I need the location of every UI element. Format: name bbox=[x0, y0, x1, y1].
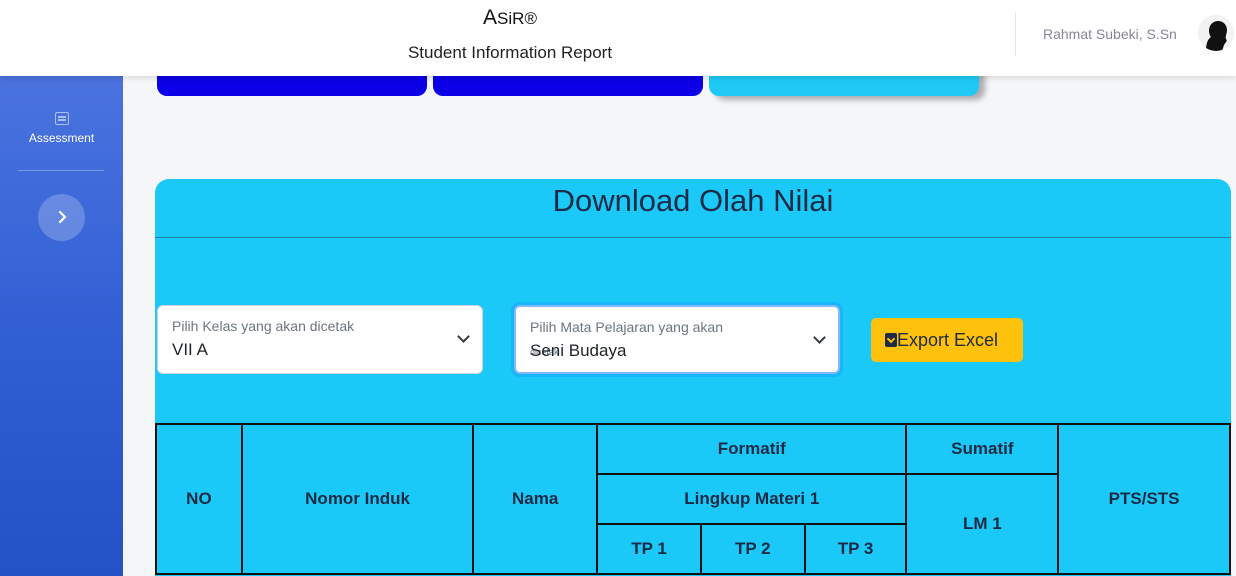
user-avatar-icon bbox=[1198, 15, 1234, 51]
download-panel: Download Olah Nilai Pilih Kelas yang aka… bbox=[155, 179, 1231, 576]
col-header-nama: Nama bbox=[472, 423, 599, 575]
chevron-down-icon bbox=[813, 331, 826, 344]
class-select-value: VII A bbox=[172, 340, 208, 359]
col-header-tp2: TP 2 bbox=[699, 523, 806, 575]
sidebar: Assessment bbox=[0, 76, 123, 576]
sidebar-toggle-button[interactable] bbox=[38, 194, 85, 241]
class-select-label: Pilih Kelas yang akan dicetak bbox=[172, 318, 355, 334]
col-header-pts-sts: PTS/STS bbox=[1057, 423, 1231, 575]
app-subtitle: Student Information Report bbox=[407, 43, 613, 62]
user-name[interactable]: Rahmat Subeki, S.Sn bbox=[1043, 26, 1177, 42]
sidebar-item-assessment[interactable]: Assessment bbox=[0, 112, 123, 145]
topbar-divider bbox=[1015, 12, 1016, 56]
col-header-formatif: Formatif bbox=[596, 423, 908, 475]
export-excel-label: Export Excel bbox=[897, 330, 999, 350]
panel-title: Download Olah Nilai bbox=[552, 183, 834, 218]
topbar: ASiR® Student Information Report Rahmat … bbox=[0, 0, 1236, 76]
col-header-lingkup-materi: Lingkup Materi 1 bbox=[596, 473, 908, 525]
file-download-icon bbox=[885, 333, 897, 347]
export-excel-button[interactable]: Export Excel bbox=[871, 318, 1023, 362]
col-header-no: NO bbox=[155, 423, 243, 575]
brand-logo: ASiR® bbox=[483, 6, 537, 29]
subject-select-label: Pilih Mata Pelajaran yang akan bbox=[530, 319, 724, 335]
col-header-lm: LM 1 bbox=[905, 473, 1060, 575]
sidebar-item-label: Assessment bbox=[28, 131, 95, 145]
chevron-down-icon bbox=[457, 330, 470, 343]
sidebar-divider bbox=[18, 170, 104, 171]
col-header-sumatif: Sumatif bbox=[905, 423, 1060, 475]
class-select[interactable]: Pilih Kelas yang akan dicetak VII A bbox=[157, 305, 483, 374]
chevron-right-icon bbox=[58, 210, 66, 224]
col-header-tp1: TP 1 bbox=[596, 523, 702, 575]
grades-table: NO Nomor Induk Nama Formatif Sumatif PTS… bbox=[155, 423, 1231, 575]
table-icon bbox=[54, 112, 69, 125]
col-header-tp3: TP 3 bbox=[803, 523, 908, 575]
panel-divider bbox=[155, 237, 1231, 238]
avatar[interactable] bbox=[1198, 15, 1234, 51]
subject-select-value: Seni Budaya bbox=[530, 341, 627, 360]
col-header-nomor-induk: Nomor Induk bbox=[240, 423, 475, 575]
subject-select[interactable]: Pilih Mata Pelajaran yang akan dicetak S… bbox=[514, 305, 840, 374]
